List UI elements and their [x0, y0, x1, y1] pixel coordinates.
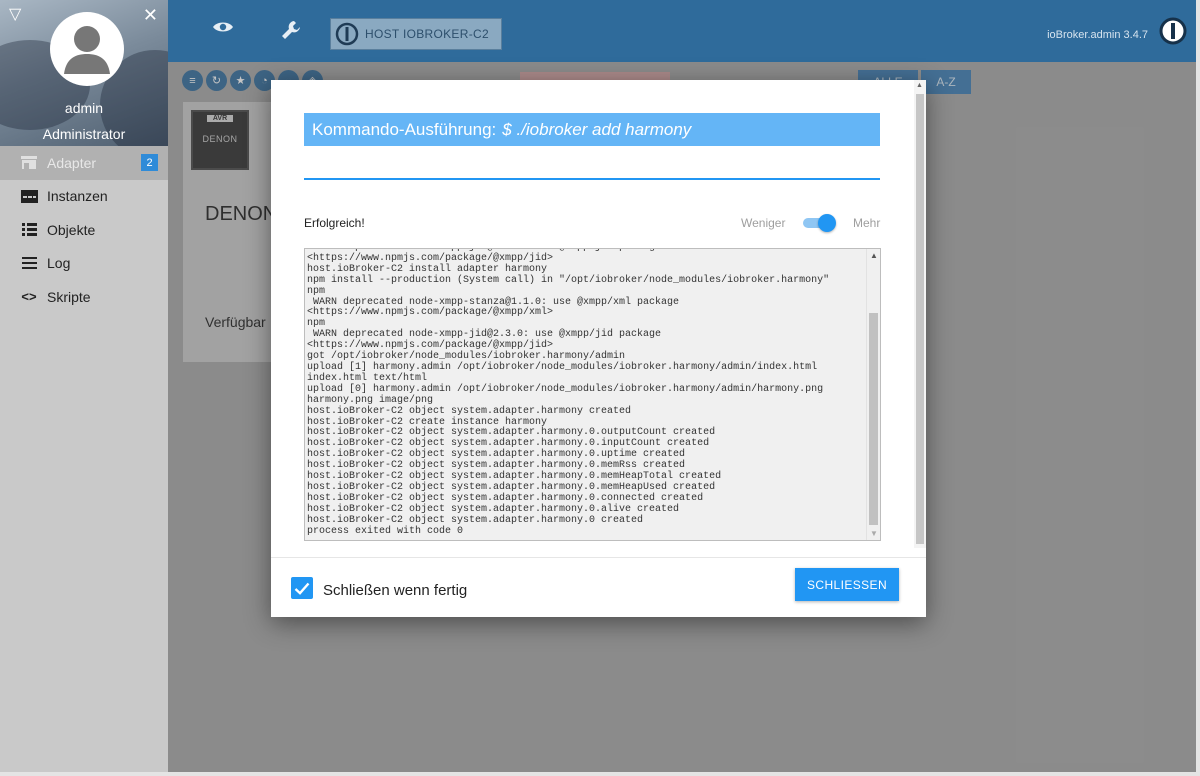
- menu-toggle-icon[interactable]: ▽: [9, 4, 21, 24]
- sidebar-item-label: Objekte: [47, 221, 96, 238]
- avatar: [50, 12, 124, 86]
- user-name: admin: [64, 100, 104, 116]
- user-icon: [64, 26, 110, 74]
- sidebar-nav: Adapter 2 Instanzen Objekte Log <> Skrip…: [0, 146, 168, 314]
- console-line: process exited with code 0: [307, 525, 464, 537]
- window-frame: [0, 772, 1200, 776]
- progress-bar: [304, 178, 880, 180]
- check-icon: [294, 582, 310, 595]
- console-line: host.ioBroker-C2 object system.adapter.h…: [307, 405, 632, 417]
- window-frame: [1196, 0, 1200, 776]
- console-output[interactable]: WARN deprecated node-xmpp-jid@2.3.0: use…: [304, 248, 881, 541]
- status-text: Erfolgreich!: [304, 216, 365, 230]
- close-when-done-checkbox[interactable]: [291, 577, 313, 599]
- list-icon: [20, 221, 38, 239]
- sidebar-item-label: Instanzen: [47, 188, 108, 205]
- sidebar-item-label: Skripte: [47, 288, 91, 305]
- console-line: host.ioBroker-C2 object system.adapter.h…: [307, 514, 644, 526]
- store-icon: [20, 154, 38, 172]
- sidebar-item-skripte[interactable]: <> Skripte: [0, 280, 168, 314]
- close-button[interactable]: SCHLIESSEN: [795, 568, 899, 601]
- eye-icon[interactable]: [212, 20, 234, 39]
- sidebar-item-adapter[interactable]: Adapter 2: [0, 146, 168, 180]
- console-scrollbar[interactable]: ▲ ▼: [866, 249, 880, 540]
- top-bar: HOST IOBROKER-C2 ioBroker.admin 3.4.7: [168, 0, 1200, 62]
- dialog-title-prefix: Kommando-Ausführung:: [312, 119, 497, 139]
- adapter-count-badge: 2: [141, 154, 158, 171]
- scroll-up-icon[interactable]: ▲: [870, 251, 878, 260]
- lines-icon: [20, 254, 38, 272]
- dialog-command: $ ./iobroker add harmony: [502, 119, 692, 139]
- wrench-icon[interactable]: [280, 19, 302, 46]
- sidebar-header: ▽ ✕ admin Administrator: [0, 0, 168, 146]
- console-line: <https://www.npmjs.com/package/@xmpp/xml…: [307, 307, 554, 319]
- scroll-up-icon[interactable]: ▲: [916, 82, 923, 89]
- iobroker-logo-icon: [1159, 17, 1187, 50]
- dialog-scrollbar[interactable]: ▲: [914, 80, 926, 548]
- sidebar-item-log[interactable]: Log: [0, 247, 168, 281]
- iobroker-logo-icon: [335, 22, 359, 46]
- sidebar-item-instanzen[interactable]: Instanzen: [0, 180, 168, 214]
- toggle-knob: [818, 214, 836, 232]
- detail-toggle[interactable]: [803, 214, 837, 232]
- toggle-more-label: Mehr: [853, 216, 881, 230]
- close-sidebar-icon[interactable]: ✕: [143, 6, 158, 24]
- console-line: harmony.png image/png: [307, 394, 434, 406]
- scroll-down-icon[interactable]: ▼: [870, 529, 878, 538]
- dialog-title: Kommando-Ausführung: $ ./iobroker add ha…: [304, 113, 880, 146]
- console-line: npm install --production (System call) i…: [307, 274, 830, 286]
- dialog-divider: [271, 557, 926, 558]
- host-selector[interactable]: HOST IOBROKER-C2: [330, 18, 502, 50]
- sidebar-item-label: Adapter: [47, 154, 97, 171]
- code-icon: <>: [21, 289, 37, 305]
- console-scroll-thumb[interactable]: [869, 313, 878, 525]
- instances-icon: [20, 187, 38, 205]
- host-label: HOST IOBROKER-C2: [365, 27, 489, 41]
- console-line: npm: [307, 285, 326, 297]
- sidebar-item-label: Log: [47, 255, 71, 272]
- close-when-done-label: Schließen wenn fertig: [323, 582, 468, 599]
- console-text: WARN deprecated node-xmpp-jid@2.3.0: use…: [307, 249, 865, 537]
- sidebar-item-objekte[interactable]: Objekte: [0, 213, 168, 247]
- command-dialog: Kommando-Ausführung: $ ./iobroker add ha…: [271, 80, 926, 617]
- dialog-scroll-thumb[interactable]: [916, 94, 924, 544]
- sidebar: ▽ ✕ admin Administrator Adapter 2 Instan…: [0, 0, 168, 776]
- toggle-less-label: Weniger: [741, 216, 786, 230]
- version-label: ioBroker.admin 3.4.7: [1047, 29, 1148, 41]
- user-role: Administrator: [42, 126, 126, 142]
